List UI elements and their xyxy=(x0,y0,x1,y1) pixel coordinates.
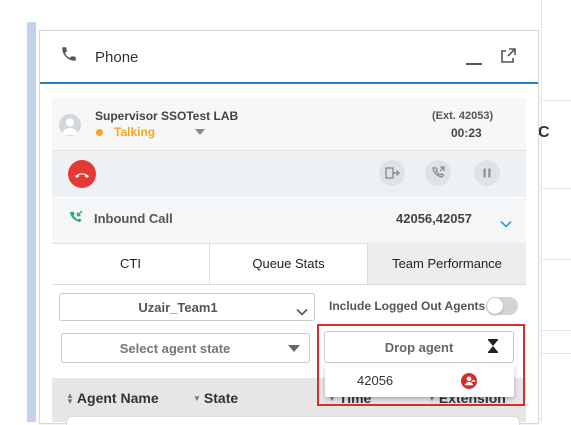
phone-icon xyxy=(60,45,78,68)
include-logged-out-label: Include Logged Out Agents xyxy=(329,299,486,313)
transfer-call-icon[interactable] xyxy=(425,160,451,186)
caller-number: 42056,42057 xyxy=(396,211,472,226)
tab-cti[interactable]: CTI xyxy=(52,243,210,284)
table-row[interactable] xyxy=(66,416,520,425)
team-select-value: Uzair_Team1 xyxy=(138,300,218,315)
tab-team-performance[interactable]: Team Performance xyxy=(368,243,526,284)
right-divider xyxy=(541,0,542,422)
phone-header: Phone xyxy=(40,31,538,84)
team-select[interactable]: Uzair_Team1 xyxy=(59,293,315,321)
avatar xyxy=(59,114,81,136)
hangup-button[interactable] xyxy=(68,160,96,188)
status-dropdown-caret-icon[interactable] xyxy=(195,129,205,135)
panel-tabs: CTI Queue Stats Team Performance xyxy=(52,243,526,285)
include-logged-out-toggle[interactable] xyxy=(486,297,518,315)
agent-name: Supervisor SSOTest LAB xyxy=(95,109,239,123)
chevron-down-icon xyxy=(296,303,308,321)
highlight-box xyxy=(317,324,525,406)
agent-status-bar: Supervisor SSOTest LAB Talking (Ext. 420… xyxy=(52,98,526,151)
agent-extension: (Ext. 42053) xyxy=(432,110,494,122)
tab-queue-stats[interactable]: Queue Stats xyxy=(210,243,368,284)
status-dot xyxy=(96,129,103,136)
minimize-icon[interactable] xyxy=(466,63,482,65)
phone-title: Phone xyxy=(95,49,139,66)
agent-state-select[interactable]: Select agent state xyxy=(61,333,310,363)
agent-state-placeholder: Select agent state xyxy=(119,341,231,356)
hold-icon[interactable] xyxy=(474,160,500,186)
call-timer: 00:23 xyxy=(451,126,482,140)
caret-down-icon xyxy=(288,345,300,352)
chevron-down-icon[interactable] xyxy=(500,215,512,233)
sort-icon: ▼ xyxy=(193,394,201,404)
inbound-call-label: Inbound Call xyxy=(94,211,173,226)
background-text-fragment: C xyxy=(538,124,550,141)
toggle-knob xyxy=(487,298,503,314)
sort-icon: ▲ ▼ xyxy=(66,391,74,407)
agent-status[interactable]: Talking xyxy=(114,125,155,139)
inbound-call-icon xyxy=(68,209,84,230)
column-header-agent-name[interactable]: ▲ ▼ Agent Name xyxy=(66,390,159,406)
call-controls xyxy=(52,151,526,197)
column-header-state[interactable]: ▼ State xyxy=(193,390,238,406)
popout-icon[interactable] xyxy=(500,48,516,69)
exit-icon[interactable] xyxy=(379,160,405,186)
inbound-call-row: Inbound Call 42056,42057 xyxy=(52,198,526,244)
left-rail xyxy=(27,22,36,422)
